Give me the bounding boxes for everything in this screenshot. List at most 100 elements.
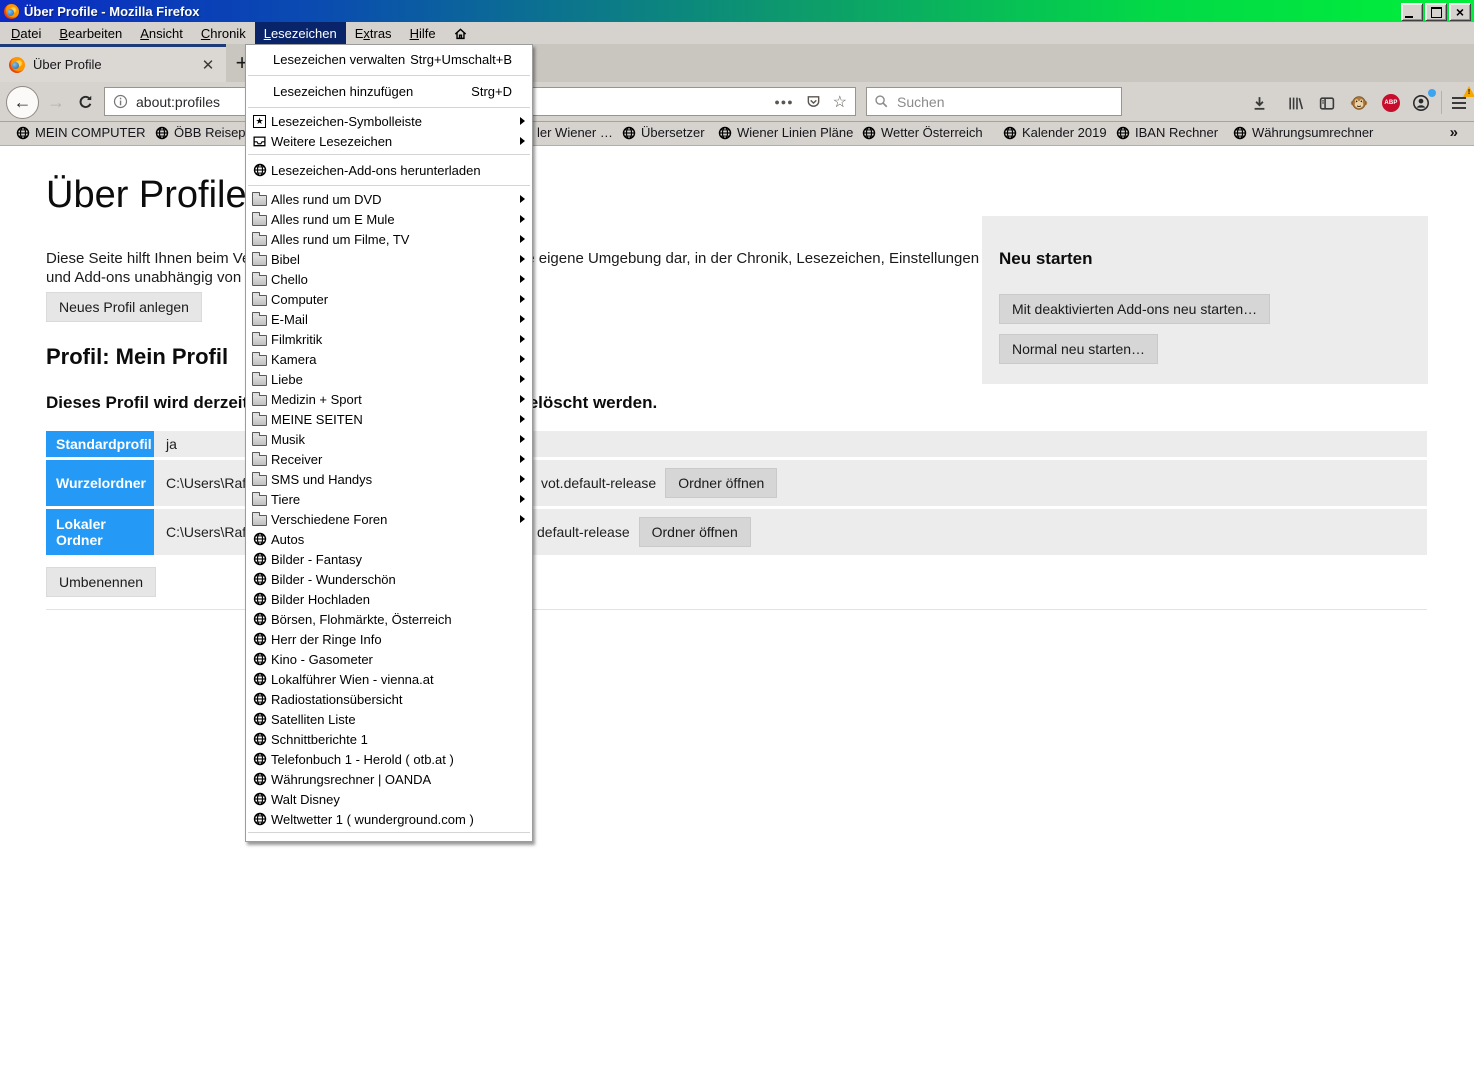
bookmark-label: Währungsumrechner xyxy=(1252,125,1373,140)
url-text[interactable]: about:profiles xyxy=(136,94,220,110)
menu-item-schnittberichte-1[interactable]: Schnittberichte 1 xyxy=(246,729,532,749)
folder-icon xyxy=(250,452,269,466)
menu-item-walt-disney[interactable]: Walt Disney xyxy=(246,789,532,809)
value-text: ja xyxy=(166,436,177,452)
menu-item-computer[interactable]: Computer xyxy=(246,289,532,309)
search-bar[interactable] xyxy=(866,87,1122,116)
menu-item-alles-rund-um-dvd[interactable]: Alles rund um DVD xyxy=(246,189,532,209)
menu-item-lokalführer-wien-vienna-at[interactable]: Lokalführer Wien - vienna.at xyxy=(246,669,532,689)
reload-button[interactable] xyxy=(73,91,97,113)
search-input[interactable] xyxy=(895,93,1114,111)
restart-safe-mode-button[interactable]: Mit deaktivierten Add-ons neu starten… xyxy=(999,294,1270,324)
maximize-button[interactable] xyxy=(1425,3,1447,21)
open-folder-button[interactable]: Ordner öffnen xyxy=(665,468,777,498)
menu-item-bilder-hochladen[interactable]: Bilder Hochladen xyxy=(246,589,532,609)
bookmark-mein-computer[interactable]: MEIN COMPUTER xyxy=(16,125,146,140)
menubar-item-hilfe[interactable]: Hilfe xyxy=(401,22,445,44)
table-row-label: Wurzelordner xyxy=(46,460,154,506)
menu-item-musik[interactable]: Musik xyxy=(246,429,532,449)
create-profile-button[interactable]: Neues Profil anlegen xyxy=(46,292,202,322)
menubar-item-extras[interactable]: Extras xyxy=(346,22,401,44)
menu-item-lesezeichen-verwalten[interactable]: Lesezeichen verwaltenStrg+Umschalt+B xyxy=(246,47,532,72)
menu-item-filmkritik[interactable]: Filmkritik xyxy=(246,329,532,349)
globe-icon xyxy=(16,126,30,140)
menu-item-label: Tiere xyxy=(271,492,300,507)
menu-item-lesezeichen-add-ons-herunterladen[interactable]: Lesezeichen-Add-ons herunterladen xyxy=(246,158,532,182)
menubar-item-ansicht[interactable]: Ansicht xyxy=(131,22,192,44)
bookmark-star-icon[interactable]: ☆ xyxy=(833,92,847,112)
menu-item-alles-rund-um-filme-tv[interactable]: Alles rund um Filme, TV xyxy=(246,229,532,249)
bookmark-wetter-österreich[interactable]: Wetter Österreich xyxy=(862,125,983,140)
menu-item-telefonbuch-1-herold-otb-at[interactable]: Telefonbuch 1 - Herold ( otb.at ) xyxy=(246,749,532,769)
menubar-item-datei[interactable]: Datei xyxy=(2,22,50,44)
submenu-arrow-icon xyxy=(520,117,525,125)
bookmark-währungsumrechner[interactable]: Währungsumrechner xyxy=(1233,125,1373,140)
menubar-item-chronik[interactable]: Chronik xyxy=(192,22,255,44)
menu-item-herr-der-ringe-info[interactable]: Herr der Ringe Info xyxy=(246,629,532,649)
menu-item-receiver[interactable]: Receiver xyxy=(246,449,532,469)
menu-item-lesezeichen-hinzufügen[interactable]: Lesezeichen hinzufügenStrg+D xyxy=(246,79,532,104)
menu-item-bilder-fantasy[interactable]: Bilder - Fantasy xyxy=(246,549,532,569)
menu-item-kamera[interactable]: Kamera xyxy=(246,349,532,369)
bookmark-übersetzer[interactable]: Übersetzer xyxy=(622,125,705,140)
restart-panel: Neu starten Mit deaktivierten Add-ons ne… xyxy=(982,216,1428,384)
menu-item-radiostationsübersicht[interactable]: Radiostationsübersicht xyxy=(246,689,532,709)
open-folder-button[interactable]: Ordner öffnen xyxy=(639,517,751,547)
menu-item-lesezeichen-symbolleiste[interactable]: ★Lesezeichen-Symbolleiste xyxy=(246,111,532,131)
menu-item-bibel[interactable]: Bibel xyxy=(246,249,532,269)
menu-item-label: Alles rund um E Mule xyxy=(271,212,395,227)
menu-item-weltwetter-1-wunderground-com[interactable]: Weltwetter 1 ( wunderground.com ) xyxy=(246,809,532,829)
pocket-icon[interactable] xyxy=(806,94,821,109)
menu-item-börsen-flohmärkte-österreich[interactable]: Börsen, Flohmärkte, Österreich xyxy=(246,609,532,629)
sidebar-icon[interactable] xyxy=(1314,92,1340,114)
back-button[interactable]: ← xyxy=(6,86,39,119)
home-icon[interactable] xyxy=(445,22,476,44)
folder-icon xyxy=(250,252,269,266)
close-button[interactable]: × xyxy=(1449,3,1471,21)
menu-item-autos[interactable]: Autos xyxy=(246,529,532,549)
bookmark-öbb-reisep[interactable]: ÖBB Reisep xyxy=(155,125,246,140)
adblock-plus-icon[interactable]: ABP xyxy=(1378,92,1404,114)
menubar-item-lesezeichen[interactable]: Lesezeichen xyxy=(255,22,346,44)
greasemonkey-icon[interactable] xyxy=(1346,92,1372,114)
tab-ueber-profile[interactable]: Über Profile ✕ xyxy=(0,44,226,82)
menu-item-satelliten-liste[interactable]: Satelliten Liste xyxy=(246,709,532,729)
menu-item-chello[interactable]: Chello xyxy=(246,269,532,289)
downloads-icon[interactable] xyxy=(1246,92,1272,114)
site-info-icon[interactable] xyxy=(113,94,128,109)
restart-normal-button[interactable]: Normal neu starten… xyxy=(999,334,1158,364)
menu-item-tiere[interactable]: Tiere xyxy=(246,489,532,509)
library-icon[interactable] xyxy=(1282,92,1308,114)
bookmark-wiener-linien-pläne[interactable]: Wiener Linien Pläne xyxy=(718,125,853,140)
menu-item-verschiedene-foren[interactable]: Verschiedene Foren xyxy=(246,509,532,529)
menu-item-währungsrechner-oanda[interactable]: Währungsrechner | OANDA xyxy=(246,769,532,789)
menu-item-alles-rund-um-e-mule[interactable]: Alles rund um E Mule xyxy=(246,209,532,229)
menu-item-weitere-lesezeichen[interactable]: Weitere Lesezeichen xyxy=(246,131,532,151)
minimize-button[interactable] xyxy=(1401,3,1423,21)
menu-item-medizin-sport[interactable]: Medizin + Sport xyxy=(246,389,532,409)
globe-icon xyxy=(155,126,169,140)
bookmarks-overflow-chevron[interactable]: » xyxy=(1450,124,1458,141)
account-icon[interactable] xyxy=(1408,92,1434,114)
globe-icon xyxy=(250,732,269,746)
menu-item-liebe[interactable]: Liebe xyxy=(246,369,532,389)
bookmark-kalender-2019[interactable]: Kalender 2019 xyxy=(1003,125,1107,140)
menu-item-bilder-wunderschön[interactable]: Bilder - Wunderschön xyxy=(246,569,532,589)
menu-item-meine-seiten[interactable]: MEINE SEITEN xyxy=(246,409,532,429)
path-end: vot.default-release xyxy=(541,475,656,491)
folder-icon xyxy=(250,312,269,326)
folder-icon xyxy=(250,332,269,346)
folder-icon xyxy=(250,432,269,446)
tab-close-icon[interactable]: ✕ xyxy=(199,56,217,74)
forward-button[interactable]: → xyxy=(44,91,68,113)
globe-icon xyxy=(250,652,269,666)
bookmark-ler-wiener[interactable]: ler Wiener … xyxy=(537,125,613,140)
menu-item-sms-und-handys[interactable]: SMS und Handys xyxy=(246,469,532,489)
rename-button[interactable]: Umbenennen xyxy=(46,567,156,597)
menubar-item-bearbeiten[interactable]: Bearbeiten xyxy=(50,22,131,44)
page-actions-icon[interactable]: ●●● xyxy=(774,97,793,107)
menu-item-e-mail[interactable]: E-Mail xyxy=(246,309,532,329)
menu-item-kino-gasometer[interactable]: Kino - Gasometer xyxy=(246,649,532,669)
bookmark-iban-rechner[interactable]: IBAN Rechner xyxy=(1116,125,1218,140)
menu-hamburger-icon[interactable]: ! xyxy=(1447,92,1471,113)
